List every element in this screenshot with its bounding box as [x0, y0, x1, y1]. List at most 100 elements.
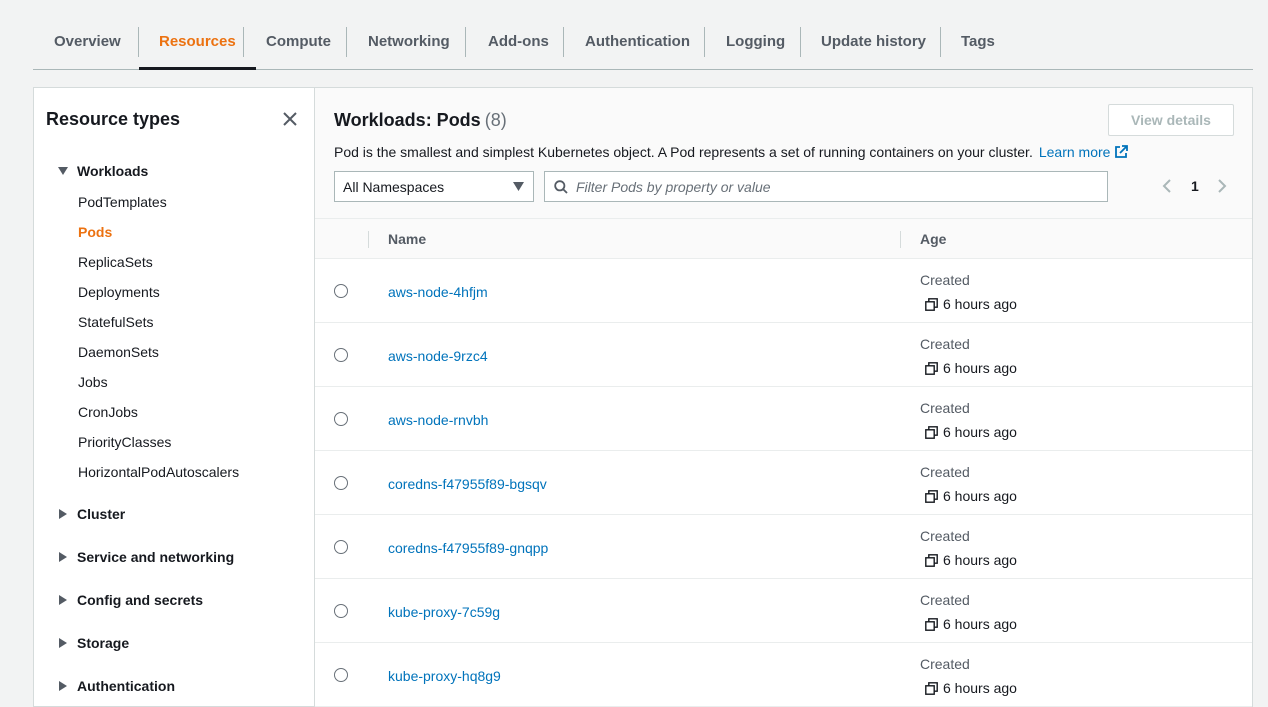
sidebar-group-workloads[interactable]: Workloads [58, 163, 148, 179]
created-label: Created [920, 400, 970, 416]
column-header-age[interactable]: Age [920, 231, 946, 247]
row-select-radio[interactable] [334, 412, 348, 426]
close-icon[interactable] [281, 110, 299, 128]
filter-field[interactable] [544, 171, 1108, 202]
chevron-left-icon[interactable] [1160, 178, 1174, 194]
row-select-radio[interactable] [334, 348, 348, 362]
age-text: 6 hours ago [943, 360, 1017, 376]
page-title: Workloads: Pods (8) [334, 110, 507, 131]
pod-name-link[interactable]: aws-node-rnvbh [388, 412, 488, 428]
row-select-radio[interactable] [334, 668, 348, 682]
copy-icon [925, 490, 938, 503]
sidebar-item-podtemplates[interactable]: PodTemplates [78, 194, 167, 210]
tab-authentication[interactable]: Authentication [585, 27, 690, 69]
pod-count: (8) [484, 110, 507, 130]
created-label: Created [920, 272, 970, 288]
panel-header: Workloads: Pods (8) View details Pod is t… [315, 88, 1252, 219]
sidebar-group-cluster[interactable]: Cluster [58, 506, 125, 522]
pod-name-link[interactable]: kube-proxy-7c59g [388, 604, 500, 620]
sidebar-group-config-secrets[interactable]: Config and secrets [58, 592, 203, 608]
age-text: 6 hours ago [943, 488, 1017, 504]
table-header: Name Age [315, 219, 1252, 259]
tab-overview[interactable]: Overview [54, 27, 121, 69]
sidebar-group-label: Cluster [77, 506, 126, 522]
namespace-select[interactable]: All Namespaces [334, 171, 534, 202]
tab-divider [138, 27, 139, 57]
column-divider [368, 231, 369, 248]
chevron-right-icon[interactable] [1215, 178, 1229, 194]
age-text: 6 hours ago [943, 552, 1017, 568]
learn-more-label: Learn more [1038, 144, 1111, 160]
created-label: Created [920, 464, 970, 480]
view-details-button[interactable]: View details [1108, 104, 1234, 136]
copy-icon [925, 362, 938, 375]
sidebar-item-priorityclasses[interactable]: PriorityClasses [78, 434, 171, 450]
sidebar-item-cronjobs[interactable]: CronJobs [78, 404, 138, 420]
age-value: 6 hours ago [925, 424, 1017, 440]
caret-right-icon [59, 638, 67, 648]
caret-right-icon [59, 552, 67, 562]
sidebar-item-horizontalpodautoscalers[interactable]: HorizontalPodAutoscalers [78, 464, 239, 480]
table-row: coredns-f47955f89-gnqpp Created 6 hours … [315, 515, 1252, 579]
caret-right-icon [59, 509, 67, 519]
row-select-radio[interactable] [334, 540, 348, 554]
learn-more-link[interactable]: Learn more [1039, 144, 1129, 160]
sidebar-item-replicasets[interactable]: ReplicaSets [78, 254, 153, 270]
created-label: Created [920, 336, 970, 352]
pod-name-link[interactable]: aws-node-4hfjm [388, 284, 488, 300]
caret-right-icon [59, 681, 67, 691]
namespace-value: All Namespaces [343, 179, 445, 195]
description-text: Pod is the smallest and simplest Kuberne… [334, 144, 1033, 160]
column-header-name[interactable]: Name [388, 231, 426, 247]
sidebar-group-label: Workloads [77, 163, 149, 179]
age-text: 6 hours ago [943, 296, 1017, 312]
search-icon [554, 180, 568, 194]
age-value: 6 hours ago [925, 552, 1017, 568]
sidebar-item-pods[interactable]: Pods [78, 224, 112, 240]
tab-resources[interactable]: Resources [139, 27, 256, 70]
external-link-icon [1115, 145, 1129, 158]
age-value: 6 hours ago [925, 680, 1017, 696]
created-label: Created [920, 528, 970, 544]
sidebar-title: Resource types [46, 109, 181, 129]
sidebar-item-deployments[interactable]: Deployments [78, 284, 160, 300]
caret-right-icon [59, 595, 67, 605]
caret-down-icon [513, 182, 524, 191]
tab-networking[interactable]: Networking [368, 27, 450, 69]
sidebar-group-label: Service and networking [77, 549, 235, 565]
row-select-radio[interactable] [334, 604, 348, 618]
tab-logging[interactable]: Logging [726, 27, 785, 69]
created-label: Created [920, 656, 970, 672]
tab-update-history[interactable]: Update history [821, 27, 926, 69]
sidebar-group-authentication[interactable]: Authentication [58, 678, 175, 694]
copy-icon [925, 298, 938, 311]
sidebar-item-daemonsets[interactable]: DaemonSets [78, 344, 159, 360]
pod-name-link[interactable]: coredns-f47955f89-bgsqv [388, 476, 547, 492]
sidebar-item-statefulsets[interactable]: StatefulSets [78, 314, 154, 330]
pod-name-link[interactable]: coredns-f47955f89-gnqpp [388, 540, 548, 556]
sidebar-group-storage[interactable]: Storage [58, 635, 129, 651]
pods-panel: Workloads: Pods (8) View details Pod is t… [314, 87, 1253, 707]
table-row: aws-node-4hfjm Created 6 hours ago [315, 259, 1252, 323]
sidebar-group-service-networking[interactable]: Service and networking [58, 549, 234, 565]
age-value: 6 hours ago [925, 616, 1017, 632]
age-text: 6 hours ago [943, 680, 1017, 696]
sidebar-item-jobs[interactable]: Jobs [78, 374, 108, 390]
copy-icon [925, 554, 938, 567]
sidebar-group-label: Storage [77, 635, 130, 651]
filter-input[interactable] [576, 172, 1096, 201]
table-row: aws-node-9rzc4 Created 6 hours ago [315, 323, 1252, 387]
age-text: 6 hours ago [943, 616, 1017, 632]
sidebar-group-label: Config and secrets [77, 592, 204, 608]
copy-icon [925, 618, 938, 631]
pod-name-link[interactable]: aws-node-9rzc4 [388, 348, 488, 364]
row-select-radio[interactable] [334, 476, 348, 490]
page-number[interactable]: 1 [1191, 178, 1199, 194]
column-divider [900, 231, 901, 248]
tab-compute[interactable]: Compute [266, 27, 331, 69]
row-select-radio[interactable] [334, 284, 348, 298]
tab-add-ons[interactable]: Add-ons [488, 27, 549, 69]
tab-tags[interactable]: Tags [961, 27, 995, 69]
pod-name-link[interactable]: kube-proxy-hq8g9 [388, 668, 501, 684]
tab-divider [704, 27, 705, 57]
